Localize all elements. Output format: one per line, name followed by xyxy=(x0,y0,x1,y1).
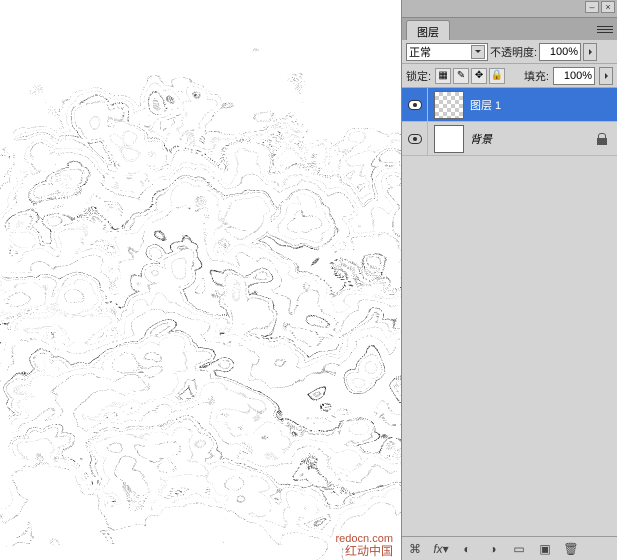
new-layer-icon[interactable]: ▣ xyxy=(536,541,554,557)
link-layers-icon[interactable]: ⌘ xyxy=(406,541,424,557)
close-button[interactable]: × xyxy=(601,1,615,13)
fill-input[interactable]: 100% xyxy=(553,67,595,85)
lock-position-icon[interactable]: ✥ xyxy=(471,68,487,84)
visibility-toggle[interactable] xyxy=(402,122,428,155)
layers-bottom-bar: ⌘ fx▾ ◐ ◑ ▭ ▣ 🗑 xyxy=(402,536,617,560)
lock-label: 锁定: xyxy=(406,68,431,84)
layer-thumbnail[interactable] xyxy=(434,125,464,153)
blend-mode-select[interactable]: 正常 xyxy=(406,43,488,61)
group-icon[interactable]: ▭ xyxy=(510,541,528,557)
mask-icon[interactable]: ◐ xyxy=(458,541,476,557)
visibility-toggle[interactable] xyxy=(402,88,428,121)
lock-transparent-icon[interactable]: ▦ xyxy=(435,68,451,84)
panel-tabs: 图层 xyxy=(402,18,617,40)
layers-list: 图层 1 背景 xyxy=(402,88,617,536)
watermark-cn: 红动中国 xyxy=(336,545,393,558)
fx-icon[interactable]: fx▾ xyxy=(432,541,450,557)
blend-mode-value: 正常 xyxy=(409,44,431,60)
layer-row[interactable]: 背景 xyxy=(402,122,617,156)
lock-pixels-icon[interactable]: ✎ xyxy=(453,68,469,84)
eye-icon xyxy=(408,134,422,144)
layer-thumbnail[interactable] xyxy=(434,91,464,119)
fill-flyout-icon[interactable] xyxy=(599,67,613,85)
lock-all-icon[interactable]: 🔒 xyxy=(489,68,505,84)
layer-name[interactable]: 图层 1 xyxy=(470,97,501,113)
layer-name[interactable]: 背景 xyxy=(470,131,492,147)
opacity-value: 100% xyxy=(550,46,578,58)
layer-row[interactable]: 图层 1 xyxy=(402,88,617,122)
canvas-artwork xyxy=(0,0,401,560)
adjustment-icon[interactable]: ◑ xyxy=(484,541,502,557)
delete-icon[interactable]: 🗑 xyxy=(562,541,580,557)
watermark: redocn.com 红动中国 xyxy=(336,533,393,558)
layers-panel: – × 图层 正常 不透明度: 100% 锁定: ▦ ✎ ✥ xyxy=(401,0,617,560)
opacity-input[interactable]: 100% xyxy=(539,43,581,61)
blend-opacity-row: 正常 不透明度: 100% xyxy=(402,40,617,64)
chevron-down-icon xyxy=(471,45,485,59)
panel-titlebar: – × xyxy=(402,0,617,18)
canvas-area[interactable] xyxy=(0,0,401,560)
minimize-button[interactable]: – xyxy=(585,1,599,13)
opacity-label: 不透明度: xyxy=(490,44,537,60)
lock-icon xyxy=(597,133,607,145)
fill-label: 填充: xyxy=(524,68,549,84)
lock-fill-row: 锁定: ▦ ✎ ✥ 🔒 填充: 100% xyxy=(402,64,617,88)
fill-value: 100% xyxy=(564,70,592,82)
panel-menu-icon[interactable] xyxy=(597,22,613,36)
opacity-flyout-icon[interactable] xyxy=(583,43,597,61)
tab-layers[interactable]: 图层 xyxy=(406,20,450,40)
eye-icon xyxy=(408,100,422,110)
